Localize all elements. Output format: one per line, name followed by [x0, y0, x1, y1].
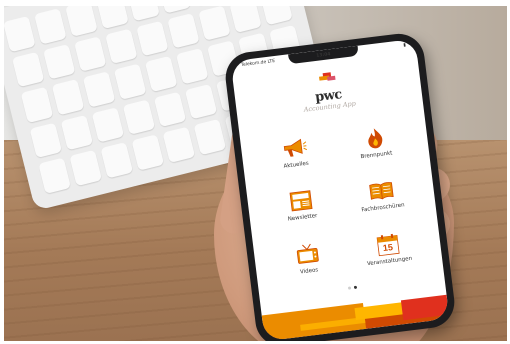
tile-videos[interactable]: Videos	[264, 227, 351, 290]
page-dot-active[interactable]	[353, 285, 357, 290]
flame-icon	[367, 128, 382, 149]
tile-brennpunkt[interactable]: Brennpunkt	[332, 112, 419, 175]
tile-label: Aktuelles	[283, 160, 310, 170]
tile-label: Videos	[299, 267, 319, 276]
megaphone-icon	[283, 138, 307, 157]
tv-icon	[296, 243, 319, 264]
tile-label: Newsletter	[287, 213, 318, 224]
page-dot[interactable]	[347, 286, 351, 290]
smartphone: Telekom.de LTE 13:04 ▮ pwc Accounting Ap…	[222, 30, 458, 341]
tile-fachbroschueren[interactable]: Fachbroschüren	[338, 165, 425, 228]
tile-label: Brennpunkt	[360, 150, 393, 161]
tile-veranstaltungen[interactable]: 15 Veranstaltungen	[345, 218, 432, 281]
calendar-icon: 15	[373, 232, 401, 257]
open-book-icon	[368, 182, 394, 201]
newspaper-icon	[289, 190, 313, 212]
tile-newsletter[interactable]: Newsletter	[258, 174, 345, 237]
pwc-logo-mark	[313, 71, 341, 88]
battery-icon: ▮	[403, 42, 407, 49]
tile-label: Fachbroschüren	[361, 202, 405, 214]
menu-grid: Aktuelles Brennpunkt Newsletter Fachbros…	[251, 112, 431, 291]
tile-aktuelles[interactable]: Aktuelles	[251, 122, 338, 185]
phone-screen: Telekom.de LTE 13:04 ▮ pwc Accounting Ap…	[230, 38, 450, 341]
tile-label: Veranstaltungen	[366, 255, 413, 268]
photo-background: Telekom.de LTE 13:04 ▮ pwc Accounting Ap…	[4, 6, 507, 341]
